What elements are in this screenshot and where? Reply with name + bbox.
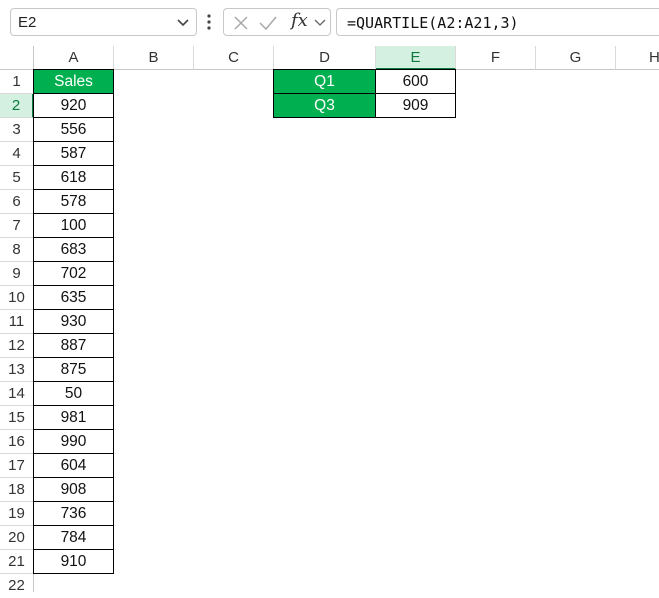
sales-value-cell[interactable]: 920 [33,93,114,118]
confirm-icon[interactable] [258,14,278,32]
spreadsheet-grid[interactable]: A B C D E F G H 1 2 3 4 5 6 7 8 9 10 11 … [0,46,659,594]
chevron-down-icon[interactable] [176,15,190,29]
column-header-g[interactable]: G [536,46,616,70]
quartile-value-cell[interactable]: 600 [375,69,456,94]
sales-value-cell[interactable]: 50 [33,381,114,406]
row-header-9[interactable]: 9 [0,262,34,286]
quartile-label-cell[interactable]: Q3 [273,93,376,118]
row-header-18[interactable]: 18 [0,478,34,502]
name-box-value: E2 [18,14,37,31]
row-header-13[interactable]: 13 [0,358,34,382]
sales-value-cell[interactable]: 618 [33,165,114,190]
sales-value-cell[interactable]: 875 [33,357,114,382]
cancel-icon[interactable] [232,14,250,32]
column-header-e[interactable]: E [376,46,456,70]
row-header-16[interactable]: 16 [0,430,34,454]
quartile-label-cell[interactable]: Q1 [273,69,376,94]
row-header-17[interactable]: 17 [0,454,34,478]
formula-bar: E2 fx =QUARTILE(A2:A21,3) [0,0,659,46]
row-header-2[interactable]: 2 [0,94,34,118]
row-header-10[interactable]: 10 [0,286,34,310]
name-box[interactable]: E2 [10,8,197,36]
sales-value-cell[interactable]: 981 [33,405,114,430]
insert-function-button[interactable]: fx [291,10,308,31]
column-header-b[interactable]: B [114,46,194,70]
sales-value-cell[interactable]: 930 [33,309,114,334]
more-options-icon[interactable] [206,12,212,32]
sales-value-cell[interactable]: 736 [33,501,114,526]
row-header-22[interactable]: 22 [0,574,34,594]
formula-text: =QUARTILE(A2:A21,3) [347,14,519,32]
formula-controls: fx [223,8,331,36]
chevron-down-icon[interactable] [314,16,326,28]
sales-value-cell[interactable]: 100 [33,213,114,238]
row-header-8[interactable]: 8 [0,238,34,262]
row-header-19[interactable]: 19 [0,502,34,526]
row-header-14[interactable]: 14 [0,382,34,406]
row-header-5[interactable]: 5 [0,166,34,190]
sales-value-cell[interactable]: 578 [33,189,114,214]
sales-value-cell[interactable]: 556 [33,117,114,142]
column-header-f[interactable]: F [456,46,536,70]
row-header-1[interactable]: 1 [0,70,34,94]
sales-value-cell[interactable]: 587 [33,141,114,166]
sales-value-cell[interactable]: 702 [33,261,114,286]
row-header-6[interactable]: 6 [0,190,34,214]
sales-value-cell[interactable]: 683 [33,237,114,262]
row-header-3[interactable]: 3 [0,118,34,142]
column-header-c[interactable]: C [194,46,274,70]
row-header-7[interactable]: 7 [0,214,34,238]
sales-value-cell[interactable]: 604 [33,453,114,478]
sales-value-cell[interactable]: 908 [33,477,114,502]
row-header-12[interactable]: 12 [0,334,34,358]
column-header-a[interactable]: A [34,46,114,70]
row-header-21[interactable]: 21 [0,550,34,574]
sales-value-cell[interactable]: 635 [33,285,114,310]
column-header-h[interactable]: H [616,46,659,70]
sales-value-cell[interactable]: 887 [33,333,114,358]
quartile-value-cell[interactable]: 909 [375,93,456,118]
sales-value-cell[interactable]: 784 [33,525,114,550]
sales-header-cell[interactable]: Sales [33,69,114,94]
sales-value-cell[interactable]: 990 [33,429,114,454]
row-header-20[interactable]: 20 [0,526,34,550]
row-header-15[interactable]: 15 [0,406,34,430]
sales-value-cell[interactable]: 910 [33,549,114,574]
column-header-d[interactable]: D [274,46,376,70]
row-header-11[interactable]: 11 [0,310,34,334]
select-all-corner[interactable] [0,46,34,70]
row-header-4[interactable]: 4 [0,142,34,166]
formula-input[interactable]: =QUARTILE(A2:A21,3) [336,8,659,36]
